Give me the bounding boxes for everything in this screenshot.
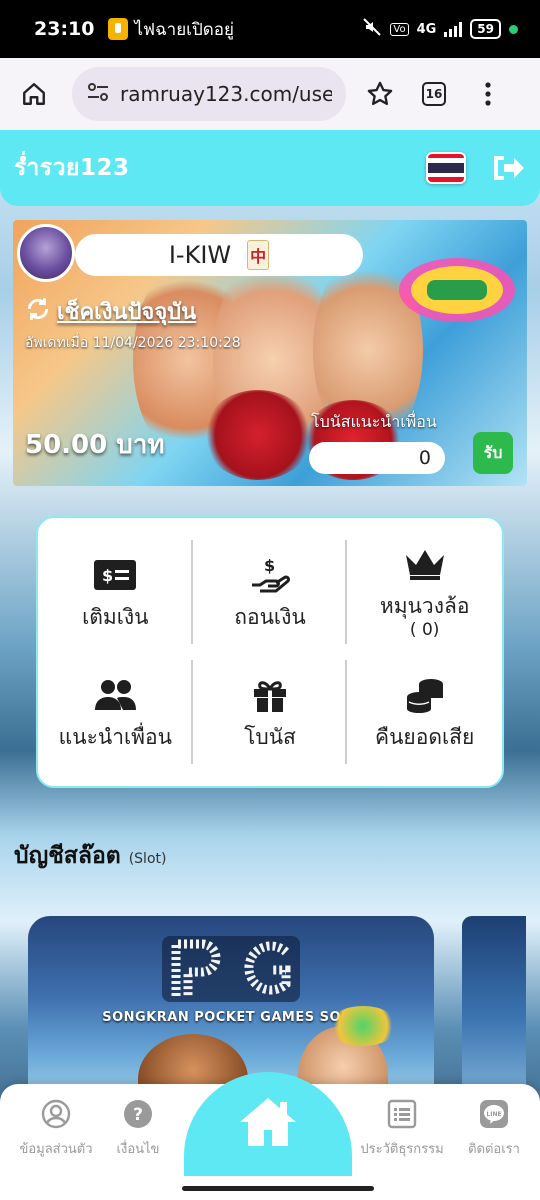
bonus-label: โบนัส [244, 724, 296, 749]
svg-text:$: $ [264, 556, 275, 575]
bonus-button[interactable]: โบนัส [193, 652, 348, 772]
nav-profile-label: ข้อมูลส่วนตัว [19, 1142, 93, 1157]
promo-logo-icon [399, 258, 515, 322]
flashlight-icon [108, 18, 129, 40]
refer-friend-label: แนะนำเพื่อน [58, 724, 172, 749]
refer-friend-button[interactable]: แนะนำเพื่อน [38, 652, 193, 772]
spin-wheel-button[interactable]: หมุนวงล้อ ( 0) [347, 532, 502, 652]
bottom-nav: ข้อมูลส่วนตัว ? เงื่อนไข ประวัติธุรกรรม … [0, 1072, 540, 1200]
url-text: ramruay123.com/user/h [120, 82, 332, 106]
nav-history[interactable]: ประวัติธุรกรรม [352, 1098, 452, 1159]
cashback-label: คืนยอดเสีย [375, 724, 475, 749]
claim-button[interactable]: รับ [473, 432, 513, 474]
refresh-label: เช็คเงินปัจจุบัน [57, 300, 197, 325]
section-title: บัญชีสล๊อต (Slot) [14, 838, 166, 874]
status-icons: Vo 4G 59 [362, 17, 518, 41]
site-header: ร่ำรวย123 [0, 130, 540, 206]
bookmark-star-icon[interactable] [360, 74, 400, 114]
svg-text:?: ? [133, 1105, 143, 1125]
list-icon [386, 1098, 418, 1130]
spin-coin-count: ( 0) [409, 620, 440, 641]
refresh-balance-button[interactable]: เช็คเงินปัจจุบัน [25, 294, 196, 329]
status-time: 23:10 [34, 18, 95, 40]
home-icon[interactable] [14, 74, 54, 114]
section-subtitle: (Slot) [128, 851, 167, 867]
balance-amount: 50.00 บาท [25, 430, 165, 460]
svg-text:LINE: LINE [486, 1111, 501, 1118]
refresh-icon [25, 296, 51, 328]
nav-contact[interactable]: LINE ติดต่อเรา [444, 1098, 540, 1159]
logout-icon[interactable] [490, 150, 526, 186]
nav-home-button[interactable] [184, 1072, 352, 1176]
withdraw-button[interactable]: $ ถอนเงิน [193, 532, 348, 652]
game-decoration [328, 1006, 398, 1046]
battery-icon: 59 [470, 19, 501, 39]
gesture-bar [182, 1186, 374, 1191]
username: I-KIW [168, 241, 232, 269]
question-circle-icon: ? [122, 1098, 154, 1130]
nav-contact-label: ติดต่อเรา [468, 1142, 520, 1157]
site-settings-icon[interactable] [86, 81, 110, 107]
nav-terms[interactable]: ? เงื่อนไข [88, 1098, 188, 1159]
status-notification: ไฟฉายเปิดอยู่ [108, 16, 234, 43]
spin-wheel-label: หมุนวงล้อ [379, 593, 470, 618]
users-icon [92, 675, 138, 715]
cash-icon: $ [92, 555, 138, 595]
section-title-text: บัญชีสล๊อต [14, 843, 121, 869]
hand-coin-icon: $ [247, 555, 293, 595]
deposit-button[interactable]: $ เติมเงิน [38, 532, 193, 652]
svg-text:$: $ [102, 566, 113, 585]
status-bar: 23:10 ไฟฉายเปิดอยู่ Vo 4G 59 [0, 0, 540, 58]
referral-bonus-value: 0 [309, 442, 445, 474]
site-content: ร่ำรวย123 I-KIW 中 เช็คเงินปัจจุบัน อัพเด… [0, 130, 540, 1200]
crown-icon [402, 544, 448, 584]
volte-icon: Vo [390, 22, 409, 36]
mahjong-tile-icon: 中 [247, 240, 270, 270]
last-updated-text: อัพเดทเมื่อ 11/04/2026 23:10:28 [25, 335, 241, 351]
brand-logo[interactable]: ร่ำรวย123 [14, 150, 130, 186]
referral-bonus-label: โบนัสแนะนำเพื่อน [311, 412, 437, 431]
gift-icon [247, 675, 293, 715]
pg-logo-icon [162, 936, 300, 1002]
thai-flag-icon[interactable] [426, 152, 466, 184]
hero-banner: I-KIW 中 เช็คเงินปัจจุบัน อัพเดทเมื่อ 11/… [13, 220, 527, 486]
tab-count: 16 [422, 82, 446, 106]
nav-history-label: ประวัติธุรกรรม [360, 1142, 444, 1157]
user-circle-icon [40, 1098, 72, 1130]
network-type: 4G [416, 21, 437, 37]
signal-icon [444, 21, 463, 37]
cashback-button[interactable]: คืนยอดเสีย [347, 652, 502, 772]
quick-menu: $ เติมเงิน $ ถอนเงิน หมุนวงล้อ ( 0) แนะน… [36, 516, 504, 788]
mute-icon [362, 17, 382, 41]
avatar[interactable] [17, 224, 75, 282]
home-icon [236, 1094, 300, 1154]
withdraw-label: ถอนเงิน [234, 604, 306, 629]
tabs-button[interactable]: 16 [414, 74, 454, 114]
coins-icon [402, 675, 448, 715]
address-bar[interactable]: ramruay123.com/user/h [72, 67, 346, 121]
nav-terms-label: เงื่อนไข [116, 1142, 160, 1157]
notification-text: ไฟฉายเปิดอยู่ [134, 19, 234, 40]
hero-decoration [203, 390, 313, 480]
privacy-dot-icon [509, 24, 518, 34]
deposit-label: เติมเงิน [82, 604, 149, 629]
browser-toolbar: ramruay123.com/user/h 16 [0, 58, 540, 130]
more-menu-icon[interactable] [468, 74, 508, 114]
line-chat-icon: LINE [478, 1098, 510, 1130]
username-pill: I-KIW 中 [75, 234, 363, 276]
